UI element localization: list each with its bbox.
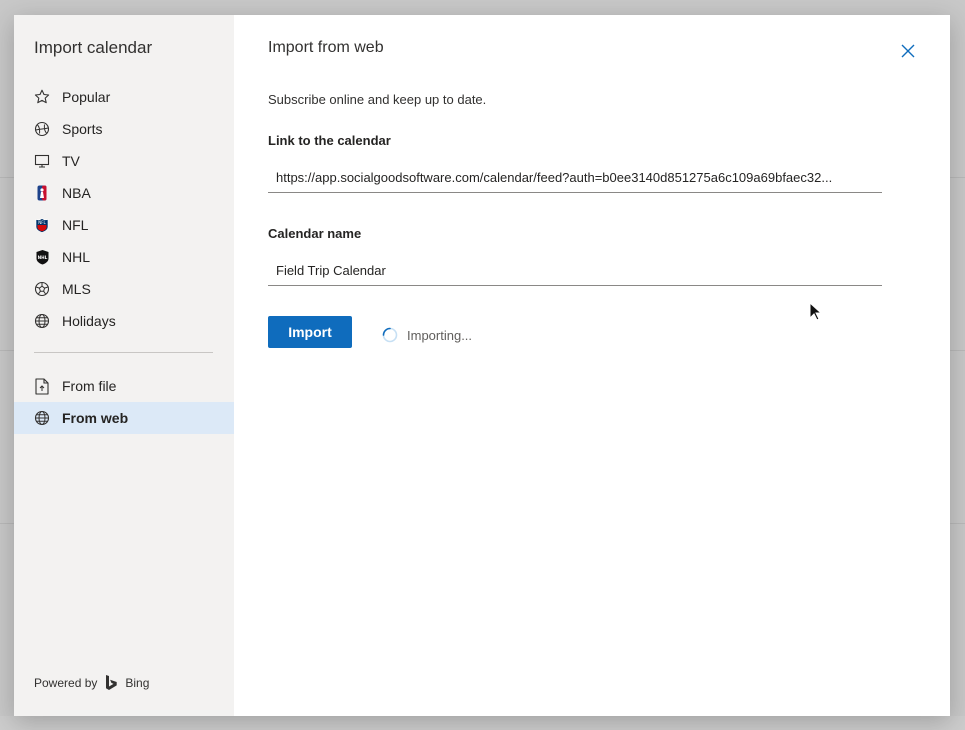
- sidebar-item-label: Sports: [62, 121, 103, 137]
- page-title: Import from web: [268, 39, 384, 56]
- nav-divider: [34, 352, 213, 353]
- close-button[interactable]: [898, 41, 918, 61]
- sidebar-item-label: NBA: [62, 185, 91, 201]
- svg-text:NFL: NFL: [38, 220, 46, 225]
- sidebar-item-mls[interactable]: MLS: [14, 273, 234, 305]
- sidebar-title: Import calendar: [34, 38, 153, 57]
- subtitle: Subscribe online and keep up to date.: [268, 92, 487, 107]
- nfl-icon: NFL: [32, 215, 52, 235]
- sidebar-item-label: From file: [62, 378, 117, 394]
- sidebar-item-nfl[interactable]: NFL NFL: [14, 209, 234, 241]
- sidebar-item-label: Popular: [62, 89, 111, 105]
- calendar-name-label: Calendar name: [268, 226, 362, 241]
- soccer-ball-icon: [32, 279, 52, 299]
- backdrop-strip: [0, 716, 965, 730]
- loading-spinner-icon: [382, 327, 398, 343]
- file-upload-icon: [32, 376, 52, 396]
- nhl-icon: NHL: [32, 247, 52, 267]
- sidebar-item-popular[interactable]: Popular: [14, 81, 234, 113]
- star-icon: [32, 87, 52, 107]
- sidebar-item-tv[interactable]: TV: [14, 145, 234, 177]
- svg-text:NHL: NHL: [37, 255, 47, 260]
- sidebar-item-label: NFL: [62, 217, 89, 233]
- bing-logo-icon: [105, 674, 118, 691]
- import-button[interactable]: Import: [268, 316, 352, 348]
- sidebar-item-nba[interactable]: NBA: [14, 177, 234, 209]
- calendar-link-input[interactable]: https://app.socialgoodsoftware.com/calen…: [268, 163, 882, 193]
- import-calendar-dialog: Import calendar Popular Sports TV NBA NF…: [14, 15, 950, 716]
- source-nav: From file From web: [14, 370, 234, 434]
- globe-icon: [32, 311, 52, 331]
- globe-icon: [32, 408, 52, 428]
- sidebar-item-from-file[interactable]: From file: [14, 370, 234, 402]
- link-label: Link to the calendar: [268, 133, 391, 148]
- sidebar-item-label: TV: [62, 153, 80, 169]
- mouse-cursor-icon: [809, 302, 823, 321]
- sidebar-item-label: Holidays: [62, 313, 116, 329]
- sidebar-item-sports[interactable]: Sports: [14, 113, 234, 145]
- sports-ball-icon: [32, 119, 52, 139]
- calendar-name-input[interactable]: Field Trip Calendar: [268, 256, 882, 286]
- close-icon: [901, 44, 915, 58]
- sidebar-item-from-web[interactable]: From web: [14, 402, 234, 434]
- sidebar: Import calendar Popular Sports TV NBA NF…: [14, 15, 234, 716]
- nba-icon: [32, 183, 52, 203]
- powered-by-bing: Powered by Bing: [34, 674, 149, 691]
- sidebar-item-label: From web: [62, 410, 129, 426]
- main-panel: Import from web Subscribe online and kee…: [234, 15, 950, 716]
- tv-icon: [32, 151, 52, 171]
- category-nav: Popular Sports TV NBA NFL NFL NHL NHL ML…: [14, 81, 234, 337]
- sidebar-item-nhl[interactable]: NHL NHL: [14, 241, 234, 273]
- status-text: Importing...: [407, 327, 473, 343]
- sidebar-item-label: MLS: [62, 281, 91, 297]
- bing-label: Bing: [125, 675, 150, 690]
- powered-by-text: Powered by: [34, 675, 98, 690]
- sidebar-item-holidays[interactable]: Holidays: [14, 305, 234, 337]
- import-status: Importing...: [382, 327, 472, 343]
- sidebar-item-label: NHL: [62, 249, 91, 265]
